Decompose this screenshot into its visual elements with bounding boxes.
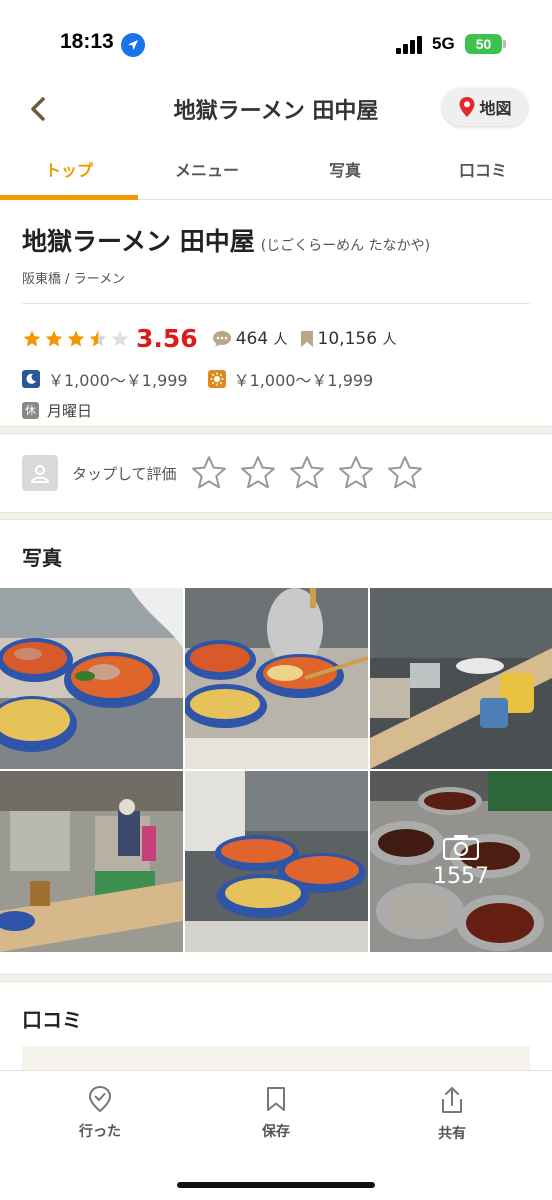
holiday-row: 休 月曜日 bbox=[22, 400, 530, 421]
battery-tip bbox=[503, 40, 506, 48]
tab-reviews[interactable]: 口コミ bbox=[414, 138, 552, 199]
home-indicator bbox=[177, 1182, 375, 1188]
tab-bar: トップ メニュー 写真 口コミ bbox=[0, 138, 552, 200]
camera-icon bbox=[443, 835, 479, 860]
rate-stars[interactable] bbox=[189, 453, 425, 493]
battery-icon: 50 bbox=[465, 34, 502, 54]
shop-name: 地獄ラーメン 田中屋 bbox=[22, 227, 255, 256]
photo-more-thumbnail[interactable]: 1557 bbox=[370, 771, 552, 952]
holiday-text: 月曜日 bbox=[47, 402, 93, 420]
photo-count: 1557 bbox=[433, 864, 489, 889]
save-label: 保存 bbox=[262, 1124, 290, 1140]
chat-bubble-icon bbox=[212, 330, 231, 347]
star-full-icon bbox=[67, 330, 85, 346]
photo-grid: 1557 bbox=[0, 588, 552, 952]
sun-icon bbox=[207, 370, 226, 388]
rating-value: 3.56 bbox=[136, 324, 198, 353]
rate-label: タップして評価 bbox=[72, 464, 177, 483]
holiday-badge: 休 bbox=[22, 402, 39, 419]
share-button[interactable]: 共有 bbox=[412, 1085, 492, 1143]
star-empty-icon bbox=[111, 330, 129, 346]
bottom-action-bar: 行った 保存 共有 bbox=[0, 1070, 552, 1200]
section-separator bbox=[0, 426, 552, 434]
star-full-icon bbox=[45, 330, 63, 346]
reviews-heading: 口コミ bbox=[22, 1008, 82, 1032]
photo-thumbnail[interactable] bbox=[185, 588, 368, 769]
went-button[interactable]: 行った bbox=[60, 1085, 140, 1141]
photo-thumbnail[interactable] bbox=[185, 771, 368, 952]
dinner-price: ￥1,000～￥1,999 bbox=[48, 371, 188, 390]
photo-thumbnail[interactable] bbox=[370, 588, 552, 769]
status-bar: 18:13 5G 50 bbox=[0, 0, 552, 88]
nav-bar: 地獄ラーメン 田中屋 地図 bbox=[0, 88, 552, 138]
save-count: 10,156 人 bbox=[317, 328, 397, 349]
signal-icon bbox=[396, 36, 424, 54]
rating-row[interactable]: 3.56 464 人 10,156 人 bbox=[22, 324, 530, 353]
price-row: ￥1,000～￥1,999 ￥1,000～￥1,999 bbox=[22, 367, 530, 391]
bookmark-outline-icon bbox=[267, 1087, 285, 1111]
network-type: 5G bbox=[432, 34, 455, 53]
shop-genre[interactable]: 阪東橋 / ラーメン bbox=[22, 268, 530, 287]
shop-info: 地獄ラーメン 田中屋 (じごくらーめん たなかや) 阪東橋 / ラーメン 3.5… bbox=[0, 200, 552, 426]
star-full-icon bbox=[23, 330, 41, 346]
tab-top[interactable]: トップ bbox=[0, 138, 138, 200]
rating-stars bbox=[22, 329, 130, 349]
star-half-icon bbox=[89, 330, 107, 346]
section-separator bbox=[0, 974, 552, 982]
share-icon bbox=[442, 1087, 462, 1113]
user-icon bbox=[22, 455, 58, 491]
star-outline-icon[interactable] bbox=[336, 453, 376, 493]
star-outline-icon[interactable] bbox=[189, 453, 229, 493]
save-button[interactable]: 保存 bbox=[236, 1085, 316, 1141]
share-label: 共有 bbox=[438, 1126, 466, 1142]
moon-icon bbox=[22, 370, 40, 388]
tab-photos[interactable]: 写真 bbox=[276, 138, 414, 199]
went-label: 行った bbox=[79, 1124, 121, 1140]
tab-menu[interactable]: メニュー bbox=[138, 138, 276, 199]
photo-thumbnail[interactable] bbox=[0, 771, 183, 952]
map-button-label: 地図 bbox=[479, 99, 512, 118]
star-outline-icon[interactable] bbox=[385, 453, 425, 493]
star-outline-icon[interactable] bbox=[238, 453, 278, 493]
bookmark-icon bbox=[300, 330, 313, 347]
section-separator bbox=[0, 512, 552, 520]
shop-kana: (じごくらーめん たなかや) bbox=[260, 238, 431, 254]
rate-section[interactable]: タップして評価 bbox=[0, 434, 552, 512]
map-pin-icon bbox=[459, 97, 475, 117]
check-pin-icon bbox=[88, 1085, 112, 1113]
status-time: 18:13 bbox=[60, 30, 114, 53]
photo-count-overlay: 1557 bbox=[370, 771, 552, 952]
photos-heading: 写真 bbox=[22, 546, 62, 570]
lunch-price: ￥1,000～￥1,999 bbox=[233, 371, 374, 390]
review-count: 464 人 bbox=[235, 328, 288, 349]
photo-thumbnail[interactable] bbox=[0, 588, 183, 769]
location-arrow-icon bbox=[121, 33, 145, 57]
star-outline-icon[interactable] bbox=[287, 453, 327, 493]
divider bbox=[22, 303, 530, 304]
map-button[interactable]: 地図 bbox=[442, 88, 528, 126]
